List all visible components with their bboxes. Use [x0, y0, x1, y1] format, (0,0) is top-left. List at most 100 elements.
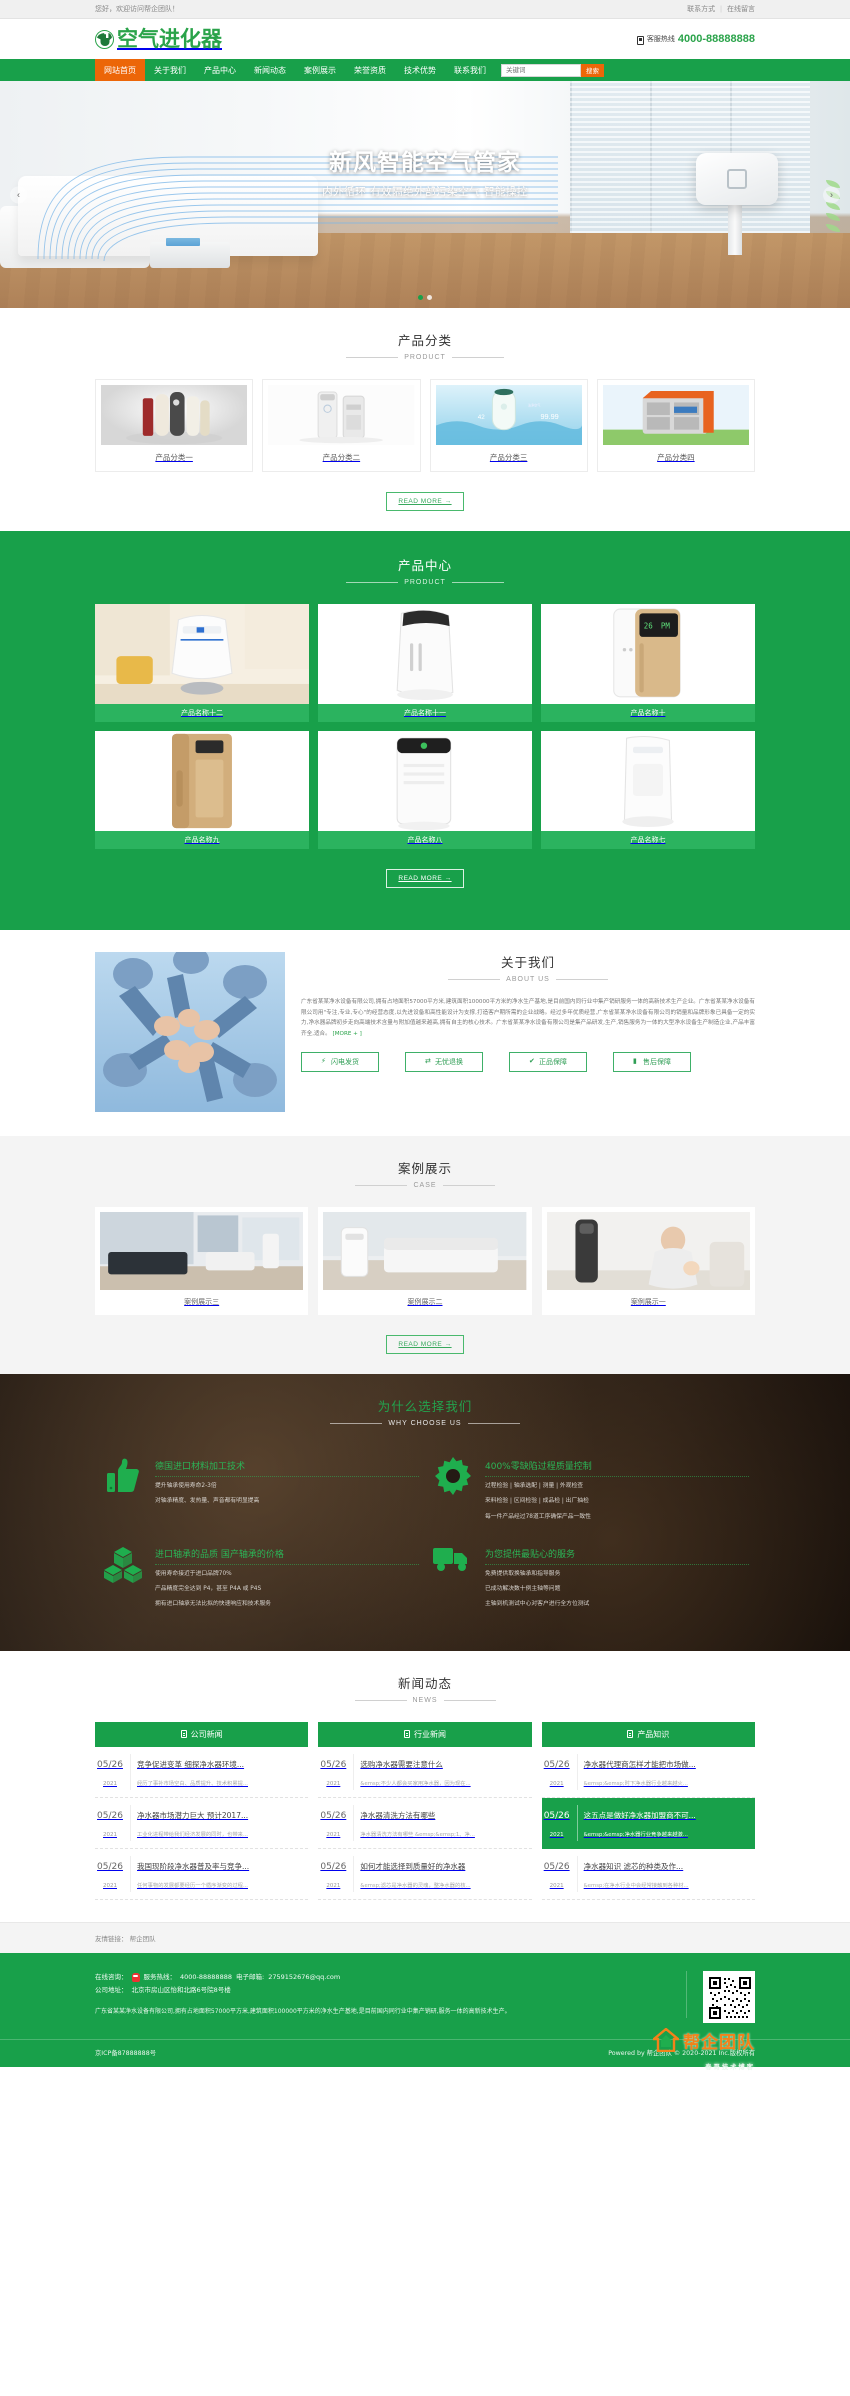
category-read-more-button[interactable]: READ MORE → [386, 492, 464, 511]
news-item[interactable]: 05/26 2021 净水器清洗方法有哪些 净水器清洗方法有哪些 &emsp;&… [318, 1798, 532, 1849]
news-year: 2021 [326, 1831, 341, 1838]
product-card[interactable]: 产品名称十二 [95, 604, 309, 722]
product-card-label: 产品名称八 [317, 831, 532, 849]
news-day: 05/26 [543, 1810, 570, 1821]
product-card-label: 产品名称九 [95, 831, 309, 849]
footer-contact-block: 在线咨询： 服务热线： 4000-88888888 电子邮箱: 27591526… [95, 1970, 687, 2019]
nav-items: 网站首页 关于我们 产品中心 新闻动态 案例展示 荣誉资质 技术优势 联系我们 [95, 59, 495, 81]
category-card[interactable]: 99.99 洁净空气 42 产品分类三 [429, 379, 588, 472]
news-item-title: 竞争促进变革 细探净水器环境... [137, 1759, 245, 1769]
product-center-subtitle: PRODUCT [404, 579, 446, 586]
white-slim-purifier-image [317, 604, 532, 704]
hero-dot-1[interactable] [418, 295, 423, 300]
news-item[interactable]: 05/26 2021 净水器市场潜力巨大 预计2017... 工业化进程带给我们… [95, 1798, 309, 1849]
case-grid: 案例展示三 案例展示二 案例展示一 [95, 1207, 755, 1315]
about-subtitle: ABOUT US [506, 976, 550, 983]
top-link-contact[interactable]: 联系方式 [687, 4, 715, 14]
category-card[interactable]: 产品分类一 [95, 379, 254, 472]
hero-text-block: 新风智能空气管家 内外循环 有效隔绝外部污染空气 智能操控 [0, 143, 850, 199]
search-input[interactable] [501, 63, 581, 77]
why-heading: 进口轴承的品质 国产轴承的价格 [155, 1547, 419, 1565]
search-button[interactable]: 搜索 [581, 63, 604, 77]
why-line: 每一件产品经过78道工序确保产品一致性 [485, 1513, 591, 1520]
news-column-heading[interactable]: 公司新闻 [95, 1721, 309, 1747]
news-date: 05/26 2021 [544, 1856, 570, 1892]
qq-penguin-icon[interactable] [131, 1973, 140, 1983]
tower-purifier-pair-image [268, 385, 415, 445]
why-line: 使用寿命接近于进口品牌70% [155, 1570, 232, 1577]
friend-link-item[interactable]: 帮企团队 [130, 1935, 156, 1943]
about-badges: ⚡ 闪电发货 ⇄ 无忧退换 ✔ 正品保障 ▮ 售后保障 [301, 1051, 755, 1072]
nav-item-honors[interactable]: 荣誉资质 [345, 59, 395, 81]
news-item-desc: 净水器清洗方法有哪些 &emsp;&emsp;1、净... [360, 1831, 475, 1838]
qr-code [703, 1970, 755, 2023]
badge-easy-return[interactable]: ⇄ 无忧退换 [405, 1051, 483, 1072]
category-card-label: 产品分类一 [155, 453, 193, 462]
why-choose-us-section: 为什么选择我们 WHY CHOOSE US 德国进口材料加工技术 提升轴承使用寿… [0, 1374, 850, 1651]
news-day: 05/26 [97, 1861, 123, 1872]
why-heading: 400%零缺陷过程质量控制 [485, 1459, 749, 1477]
product-card[interactable]: 26 PM 产品名称十 [540, 604, 755, 722]
news-column-heading[interactable]: 产品知识 [541, 1721, 755, 1747]
watermark-blog: 春哥技术博客 [705, 2063, 755, 2071]
footer-powered-by: Powered by 帮企团队 © 2020-2021 Inc.版权所有 [608, 2049, 755, 2057]
product-card[interactable]: 产品名称七 [540, 731, 755, 849]
news-doc-icon [180, 1730, 187, 1739]
why-heading: 德国进口材料加工技术 [155, 1459, 419, 1477]
badge-fast-shipping[interactable]: ⚡ 闪电发货 [301, 1051, 379, 1072]
living-room-interior-image [100, 1212, 304, 1290]
product-card[interactable]: 产品名称九 [95, 731, 309, 849]
footer-description: 广东省某某净水设备有限公司,拥有占地面积57000平方米,建筑面积100000平… [95, 2008, 511, 2016]
news-item[interactable]: 05/26 2021 我国现阶段净水器普及率与竞争... 任何事物的发展都要经历… [95, 1849, 309, 1900]
verified-check-icon: ✔ [529, 1057, 535, 1065]
nav-item-cases[interactable]: 案例展示 [295, 59, 345, 81]
nav-item-tech[interactable]: 技术优势 [395, 59, 445, 81]
about-more-link[interactable]: [MORE + ] [333, 1031, 362, 1037]
news-item[interactable]: 05/26 2021 净水器代理商怎样才能把市场做... &emsp;&emsp… [541, 1747, 755, 1798]
case-card-label: 案例展示一 [630, 1298, 666, 1306]
news-heading-label: 行业新闻 [413, 1729, 446, 1739]
case-card[interactable]: 案例展示三 [95, 1207, 309, 1315]
case-card[interactable]: 案例展示一 [541, 1207, 755, 1315]
site-logo[interactable]: 空气进化器 [95, 28, 222, 50]
category-title: 产品分类 [397, 333, 452, 348]
water-purifier-group-image [101, 385, 248, 445]
news-item[interactable]: 05/26 2021 竞争促进变革 细探净水器环境... 经历了事补市场空白、品… [95, 1747, 309, 1798]
news-item[interactable]: 05/26 2021 选购净水器需要注意什么 &emsp;不少人都会买家用净水器… [318, 1747, 532, 1798]
badge-after-sales[interactable]: ▮ 售后保障 [613, 1051, 691, 1072]
category-card[interactable]: 产品分类四 [596, 379, 755, 472]
footer-row-service: 在线咨询： 服务热线： 4000-88888888 电子邮箱: 27591526… [95, 1971, 672, 1985]
news-column-industry: 行业新闻 05/26 2021 选购净水器需要注意什么 &emsp;不少人都会买… [318, 1721, 532, 1900]
news-item-highlighted[interactable]: 05/26 2021 这五点是做好净水器加盟商不可... &emsp;&emsp… [541, 1797, 755, 1849]
footer-row-address: 公司地址： 北京市房山区怡和北路6号院8号楼 [95, 1984, 672, 1998]
product-card[interactable]: 产品名称十一 [317, 604, 532, 722]
hero-dot-2[interactable] [427, 295, 432, 300]
news-item[interactable]: 05/26 2021 净水器知识 滤芯的种类及作... &emsp;在净水行业中… [541, 1849, 755, 1900]
case-card[interactable]: 案例展示二 [318, 1207, 532, 1315]
case-read-more-button[interactable]: READ MORE → [386, 1335, 464, 1354]
product-read-more-button[interactable]: READ MORE → [386, 869, 464, 888]
nav-item-about[interactable]: 关于我们 [145, 59, 195, 81]
product-card[interactable]: 产品名称八 [317, 731, 532, 849]
news-item[interactable]: 05/26 2021 如何才能选择到质量好的净水器 &emsp;滤芯是净水器的灵… [318, 1849, 532, 1900]
nav-item-contact[interactable]: 联系我们 [445, 59, 495, 81]
news-title-block: 新闻动态 NEWS [95, 1673, 755, 1704]
chevron-left-icon[interactable]: ‹ [10, 186, 27, 203]
news-year: 2021 [103, 1780, 117, 1787]
why-item: 400%零缺陷过程质量控制 过程检验 | 轴承选配 | 测量 | 外观检查 来料… [425, 1449, 755, 1537]
product-card-label: 产品名称十 [540, 704, 755, 722]
news-grid: 公司新闻 05/26 2021 竞争促进变革 细探净水器环境... 经历了事补市… [95, 1721, 755, 1900]
phone-icon [636, 35, 644, 45]
chevron-right-icon[interactable]: › [823, 186, 840, 203]
nav-item-home[interactable]: 网站首页 [95, 59, 145, 81]
top-link-message[interactable]: 在线留言 [727, 4, 755, 14]
news-column-heading[interactable]: 行业新闻 [318, 1721, 532, 1747]
news-item-desc: 经历了事补市场空白、品质提升、技术积累提... [137, 1780, 248, 1787]
why-item: 进口轴承的品质 国产轴承的价格 使用寿命接近于进口品牌70% 产品精度完全达到 … [95, 1537, 425, 1625]
news-day: 05/26 [320, 1861, 347, 1872]
badge-genuine[interactable]: ✔ 正品保障 [509, 1051, 587, 1072]
nav-item-products[interactable]: 产品中心 [195, 59, 245, 81]
why-title-block: 为什么选择我们 WHY CHOOSE US [95, 1396, 755, 1427]
nav-item-news[interactable]: 新闻动态 [245, 59, 295, 81]
category-card[interactable]: 产品分类二 [262, 379, 421, 472]
